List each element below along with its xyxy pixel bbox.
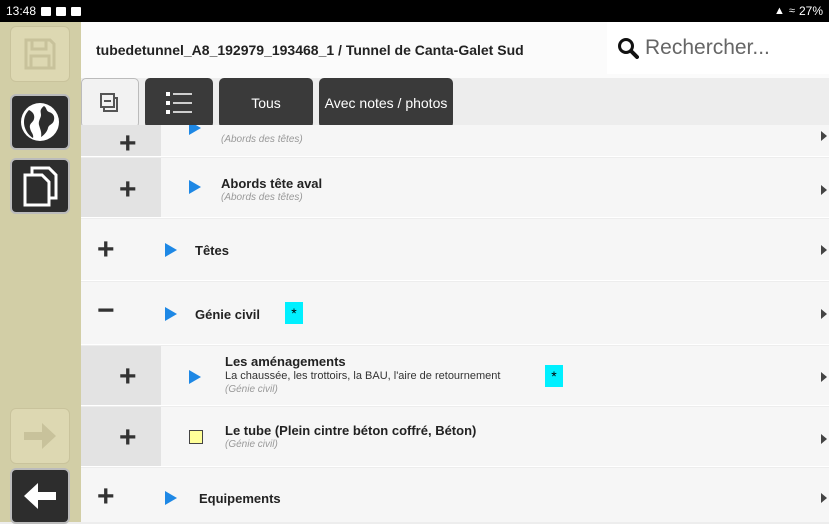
row-category: (Abords des têtes)	[221, 192, 303, 203]
chevron-right-icon	[821, 245, 827, 255]
play-triangle-icon	[189, 180, 201, 194]
copy-icon	[23, 166, 58, 207]
tree-row-genie-civil[interactable]: − Génie civil *	[81, 282, 829, 345]
chevron-right-icon	[821, 309, 827, 319]
search-input[interactable]: Rechercher...	[607, 22, 829, 74]
play-triangle-icon	[165, 243, 177, 257]
yellow-square-icon	[189, 430, 203, 444]
chevron-right-icon	[821, 185, 827, 195]
play-triangle-icon	[189, 370, 201, 384]
tree-list: + (Abords des têtes) + Abords tête aval …	[81, 125, 829, 522]
tree-row-les-amenagements[interactable]: + Les aménagements La chaussée, les trot…	[81, 346, 829, 406]
row-title: Génie civil	[195, 307, 261, 322]
row-title: Têtes	[195, 243, 229, 258]
wifi-icon: ≈	[788, 5, 795, 17]
play-triangle-icon	[165, 307, 177, 321]
row-title: Abords tête aval	[221, 176, 323, 191]
expand-button[interactable]: +	[119, 129, 137, 159]
row-title: Equipements	[199, 491, 281, 506]
tree-row-abords-tete-aval[interactable]: + Abords tête aval (Abords des têtes)	[81, 158, 829, 218]
status-bar: 13:48 ▲ ≈ 27%	[0, 0, 829, 22]
globe-icon	[21, 103, 59, 141]
arrow-left-icon	[24, 483, 56, 509]
tree-row-le-tube[interactable]: + Le tube (Plein cintre béton coffré, Bé…	[81, 407, 829, 467]
play-triangle-icon	[165, 491, 177, 505]
filter-toolbar: Tous Avec notes / photos	[81, 78, 453, 130]
filter-all-button[interactable]: Tous	[219, 78, 313, 128]
next-button[interactable]	[10, 408, 70, 464]
row-category: (Génie civil)	[225, 384, 278, 395]
app-notification-icon	[56, 6, 67, 16]
collapse-icon	[100, 93, 118, 112]
row-category: (Abords des têtes)	[221, 134, 303, 145]
filter-notes-label: Avec notes / photos	[324, 95, 448, 111]
gallery-notification-icon	[41, 6, 52, 16]
row-description: La chaussée, les trottoirs, la BAU, l'ai…	[225, 370, 501, 382]
header: tubedetunnel_A8_192979_193468_1 / Tunnel…	[81, 22, 829, 78]
map-button[interactable]	[10, 94, 70, 150]
sidebar	[0, 22, 81, 524]
play-triangle-icon	[189, 125, 201, 135]
chevron-right-icon	[821, 493, 827, 503]
battery-level: 27%	[798, 4, 823, 18]
expand-button[interactable]: +	[97, 235, 115, 265]
search-icon	[618, 38, 639, 59]
notes-star-badge: *	[545, 365, 563, 387]
expand-button[interactable]: +	[119, 362, 137, 392]
tree-row-abords-amont[interactable]: + (Abords des têtes)	[81, 125, 829, 159]
search-placeholder: Rechercher...	[645, 36, 770, 59]
filter-notes-photos-button[interactable]: Avec notes / photos	[319, 78, 453, 128]
list-icon	[166, 92, 192, 114]
tree-row-tetes[interactable]: + Têtes	[81, 219, 829, 281]
page-title: tubedetunnel_A8_192979_193468_1 / Tunnel…	[96, 42, 524, 58]
row-title: Le tube (Plein cintre béton coffré, Béto…	[225, 423, 477, 438]
filter-all-label: Tous	[251, 95, 281, 111]
signal-icon: ▲	[774, 5, 785, 17]
expand-button[interactable]: +	[119, 175, 137, 205]
notes-star-badge: *	[285, 302, 303, 324]
copy-button[interactable]	[10, 158, 70, 214]
media-notification-icon	[71, 6, 82, 16]
collapse-all-button[interactable]	[81, 78, 139, 128]
list-view-button[interactable]	[145, 78, 213, 128]
chevron-right-icon	[821, 372, 827, 382]
arrow-right-icon	[24, 423, 56, 449]
collapse-button[interactable]: −	[97, 296, 115, 326]
back-button[interactable]	[10, 468, 70, 524]
chevron-right-icon	[821, 131, 827, 141]
save-icon	[24, 38, 56, 70]
status-time: 13:48	[6, 4, 37, 18]
tree-row-equipements[interactable]: + Equipements	[81, 468, 829, 522]
expand-button[interactable]: +	[97, 482, 115, 512]
save-button[interactable]	[10, 26, 70, 82]
chevron-right-icon	[821, 434, 827, 444]
row-category: (Génie civil)	[225, 439, 278, 450]
row-title: Les aménagements	[225, 354, 346, 369]
expand-button[interactable]: +	[119, 423, 137, 453]
